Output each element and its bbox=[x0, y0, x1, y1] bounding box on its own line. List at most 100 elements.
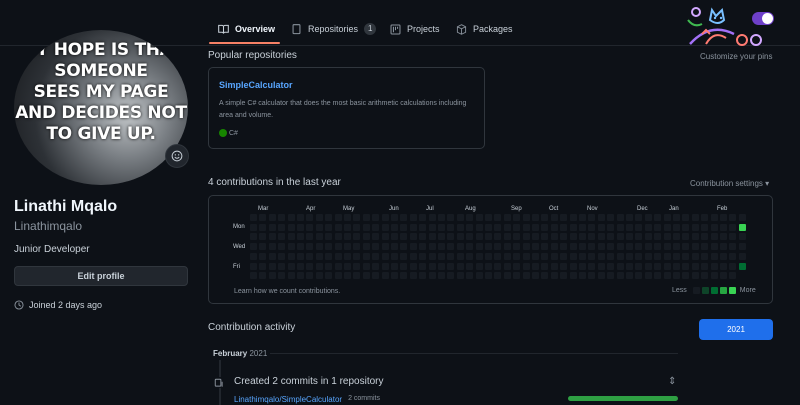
contribution-day-cell[interactable] bbox=[456, 252, 464, 260]
contribution-day-cell[interactable] bbox=[485, 243, 492, 251]
contribution-day-cell[interactable] bbox=[513, 272, 521, 280]
contribution-day-cell[interactable] bbox=[673, 233, 680, 241]
contribution-day-cell[interactable] bbox=[362, 262, 370, 270]
contribution-day-cell[interactable] bbox=[409, 243, 417, 251]
contribution-day-cell[interactable] bbox=[259, 243, 267, 251]
contribution-day-cell[interactable] bbox=[682, 223, 690, 231]
contribution-day-cell[interactable] bbox=[635, 233, 643, 241]
contribution-day-cell[interactable] bbox=[278, 272, 286, 280]
contribution-day-cell[interactable] bbox=[541, 272, 549, 280]
contribution-day-cell[interactable] bbox=[729, 252, 737, 260]
contribution-day-cell[interactable] bbox=[663, 233, 671, 241]
contribution-day-cell[interactable] bbox=[287, 223, 295, 231]
contribution-day-cell[interactable] bbox=[710, 243, 718, 251]
contribution-day-cell[interactable] bbox=[729, 262, 737, 270]
contribution-day-cell[interactable] bbox=[297, 243, 304, 251]
contribution-day-cell[interactable] bbox=[362, 252, 370, 260]
contribution-day-cell[interactable] bbox=[334, 243, 342, 251]
contribution-day-cell[interactable] bbox=[654, 214, 662, 221]
contribution-day-cell[interactable] bbox=[682, 214, 690, 221]
contribution-day-cell[interactable] bbox=[550, 252, 558, 260]
contribution-day-cell[interactable] bbox=[278, 223, 286, 231]
contribution-day-cell[interactable] bbox=[532, 223, 539, 231]
contribution-day-cell[interactable] bbox=[287, 272, 295, 280]
contribution-day-cell[interactable] bbox=[616, 262, 624, 270]
contribution-day-cell[interactable] bbox=[607, 262, 615, 270]
contribution-day-cell[interactable] bbox=[400, 214, 408, 221]
contribution-day-cell[interactable] bbox=[710, 233, 718, 241]
contribution-day-cell[interactable] bbox=[315, 223, 323, 231]
contribution-day-cell[interactable] bbox=[400, 272, 408, 280]
contribution-day-cell[interactable] bbox=[663, 252, 671, 260]
contribution-day-cell[interactable] bbox=[541, 233, 549, 241]
contribution-day-cell[interactable] bbox=[513, 223, 521, 231]
contribution-day-cell[interactable] bbox=[691, 262, 699, 270]
contribution-day-cell[interactable] bbox=[682, 243, 690, 251]
contribution-day-cell[interactable] bbox=[607, 223, 615, 231]
contribution-day-cell[interactable] bbox=[278, 252, 286, 260]
contribution-day-cell[interactable] bbox=[334, 214, 342, 221]
contribution-day-cell[interactable] bbox=[306, 243, 314, 251]
contribution-day-cell[interactable] bbox=[532, 272, 539, 280]
contribution-day-cell[interactable] bbox=[325, 223, 333, 231]
contribution-day-cell[interactable] bbox=[438, 272, 445, 280]
contribution-day-cell[interactable] bbox=[259, 272, 267, 280]
contribution-day-cell[interactable] bbox=[673, 243, 680, 251]
contribution-day-cell[interactable] bbox=[306, 214, 314, 221]
contribution-day-cell[interactable] bbox=[682, 252, 690, 260]
contribution-day-cell[interactable] bbox=[654, 243, 662, 251]
contribution-day-cell[interactable] bbox=[456, 272, 464, 280]
contribution-day-cell[interactable] bbox=[738, 243, 746, 251]
contribution-day-cell[interactable] bbox=[372, 243, 380, 251]
contribution-day-cell[interactable] bbox=[597, 262, 605, 270]
contribution-day-cell[interactable] bbox=[522, 223, 530, 231]
contribution-day-cell[interactable] bbox=[466, 223, 474, 231]
contribution-day-cell[interactable] bbox=[400, 233, 408, 241]
contribution-day-cell[interactable] bbox=[297, 214, 304, 221]
contribution-day-cell[interactable] bbox=[616, 252, 624, 260]
contribution-day-cell[interactable] bbox=[597, 252, 605, 260]
contribution-day-cell[interactable] bbox=[691, 214, 699, 221]
contribution-day-cell[interactable] bbox=[325, 262, 333, 270]
contribution-day-cell[interactable] bbox=[438, 233, 445, 241]
theme-toggle[interactable] bbox=[752, 12, 774, 25]
contribution-day-cell[interactable] bbox=[428, 243, 436, 251]
contribution-day-cell[interactable] bbox=[503, 252, 511, 260]
contribution-day-cell[interactable] bbox=[409, 233, 417, 241]
contribution-day-cell[interactable] bbox=[738, 252, 746, 260]
contribution-day-cell[interactable] bbox=[400, 243, 408, 251]
contribution-day-cell[interactable] bbox=[268, 252, 276, 260]
contribution-day-cell[interactable] bbox=[720, 272, 727, 280]
contribution-day-cell[interactable] bbox=[259, 262, 267, 270]
contribution-day-cell[interactable] bbox=[475, 214, 483, 221]
contribution-day-cell[interactable] bbox=[428, 262, 436, 270]
contribution-day-cell[interactable] bbox=[691, 252, 699, 260]
contribution-day-cell[interactable] bbox=[287, 214, 295, 221]
contribution-day-cell[interactable] bbox=[654, 223, 662, 231]
contribution-day-cell[interactable] bbox=[315, 233, 323, 241]
contribution-day-cell[interactable] bbox=[616, 233, 624, 241]
contribution-day-cell[interactable] bbox=[428, 214, 436, 221]
contribution-day-cell[interactable] bbox=[456, 243, 464, 251]
contribution-day-cell[interactable] bbox=[475, 233, 483, 241]
contribution-day-cell[interactable] bbox=[654, 233, 662, 241]
contribution-day-cell[interactable] bbox=[532, 233, 539, 241]
contribution-day-cell[interactable] bbox=[353, 252, 361, 260]
contribution-day-cell[interactable] bbox=[438, 214, 445, 221]
contribution-day-cell[interactable] bbox=[701, 214, 709, 221]
contribution-day-cell[interactable] bbox=[701, 223, 709, 231]
contribution-day-cell[interactable] bbox=[419, 243, 427, 251]
tab-projects[interactable]: Projects bbox=[390, 20, 440, 38]
contribution-day-cell[interactable] bbox=[691, 223, 699, 231]
contribution-day-cell[interactable] bbox=[250, 223, 257, 231]
contribution-day-cell[interactable] bbox=[513, 243, 521, 251]
contribution-day-cell[interactable] bbox=[588, 262, 596, 270]
contribution-day-cell[interactable] bbox=[720, 233, 727, 241]
contribution-day-cell[interactable] bbox=[673, 262, 680, 270]
contribution-day-cell[interactable] bbox=[409, 214, 417, 221]
contribution-day-cell[interactable] bbox=[503, 233, 511, 241]
tab-overview[interactable]: Overview bbox=[218, 20, 275, 38]
contribution-day-cell[interactable] bbox=[438, 243, 445, 251]
contribution-day-cell[interactable] bbox=[372, 214, 380, 221]
contribution-day-cell[interactable] bbox=[475, 252, 483, 260]
